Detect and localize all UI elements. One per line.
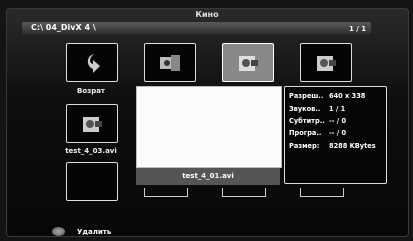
video-file-icon [239, 56, 258, 71]
thumb-empty[interactable] [66, 162, 118, 201]
info-key: Разреш.. [289, 92, 324, 100]
thumb-folder-video[interactable] [144, 43, 196, 82]
info-row-size: Размер: 8288 KBytes [289, 142, 376, 150]
window-title: Кино [195, 10, 219, 19]
thumb-video-selected[interactable] [222, 43, 274, 82]
video-file-icon [83, 117, 102, 132]
file-label: test_4_03.avi [65, 147, 117, 155]
thumb-video[interactable] [300, 43, 352, 82]
info-row-subtitle: Субтитр.. -- / 0 [289, 117, 346, 125]
video-preview [136, 86, 282, 168]
info-value: 1 / 1 [329, 105, 346, 113]
info-key: Размер: [289, 142, 320, 150]
info-value: -- / 0 [329, 129, 347, 137]
folder-video-icon [160, 55, 180, 71]
info-key: Субтитр.. [289, 117, 325, 125]
slot-bracket [144, 188, 188, 197]
video-file-icon [317, 56, 336, 71]
info-key: Звуков.. [289, 105, 321, 113]
back-thumb[interactable] [66, 43, 118, 82]
info-value: 640 x 338 [329, 92, 366, 100]
page-indicator: 1 / 1 [349, 25, 367, 33]
slot-bracket [222, 188, 266, 197]
info-row-audio: Звуков.. 1 / 1 [289, 105, 345, 113]
thumb-test-4-03[interactable] [66, 104, 118, 143]
current-path: C:\ 04_DivX 4 \ [31, 23, 96, 32]
delete-label[interactable]: Удалить [77, 228, 111, 236]
delete-button-icon[interactable] [52, 227, 65, 236]
preview-filename: test_4_01.avi [136, 168, 280, 185]
info-value: 8288 KBytes [329, 142, 376, 150]
info-row-program: Програ.. -- / 0 [289, 129, 346, 137]
back-arrow-icon [87, 54, 100, 73]
info-value: -- / 0 [329, 117, 347, 125]
info-key: Програ.. [289, 129, 322, 137]
back-label: Возрат [76, 87, 105, 95]
slot-bracket [300, 188, 344, 197]
info-row-resolution: Разреш.. 640 x 338 [289, 92, 365, 100]
